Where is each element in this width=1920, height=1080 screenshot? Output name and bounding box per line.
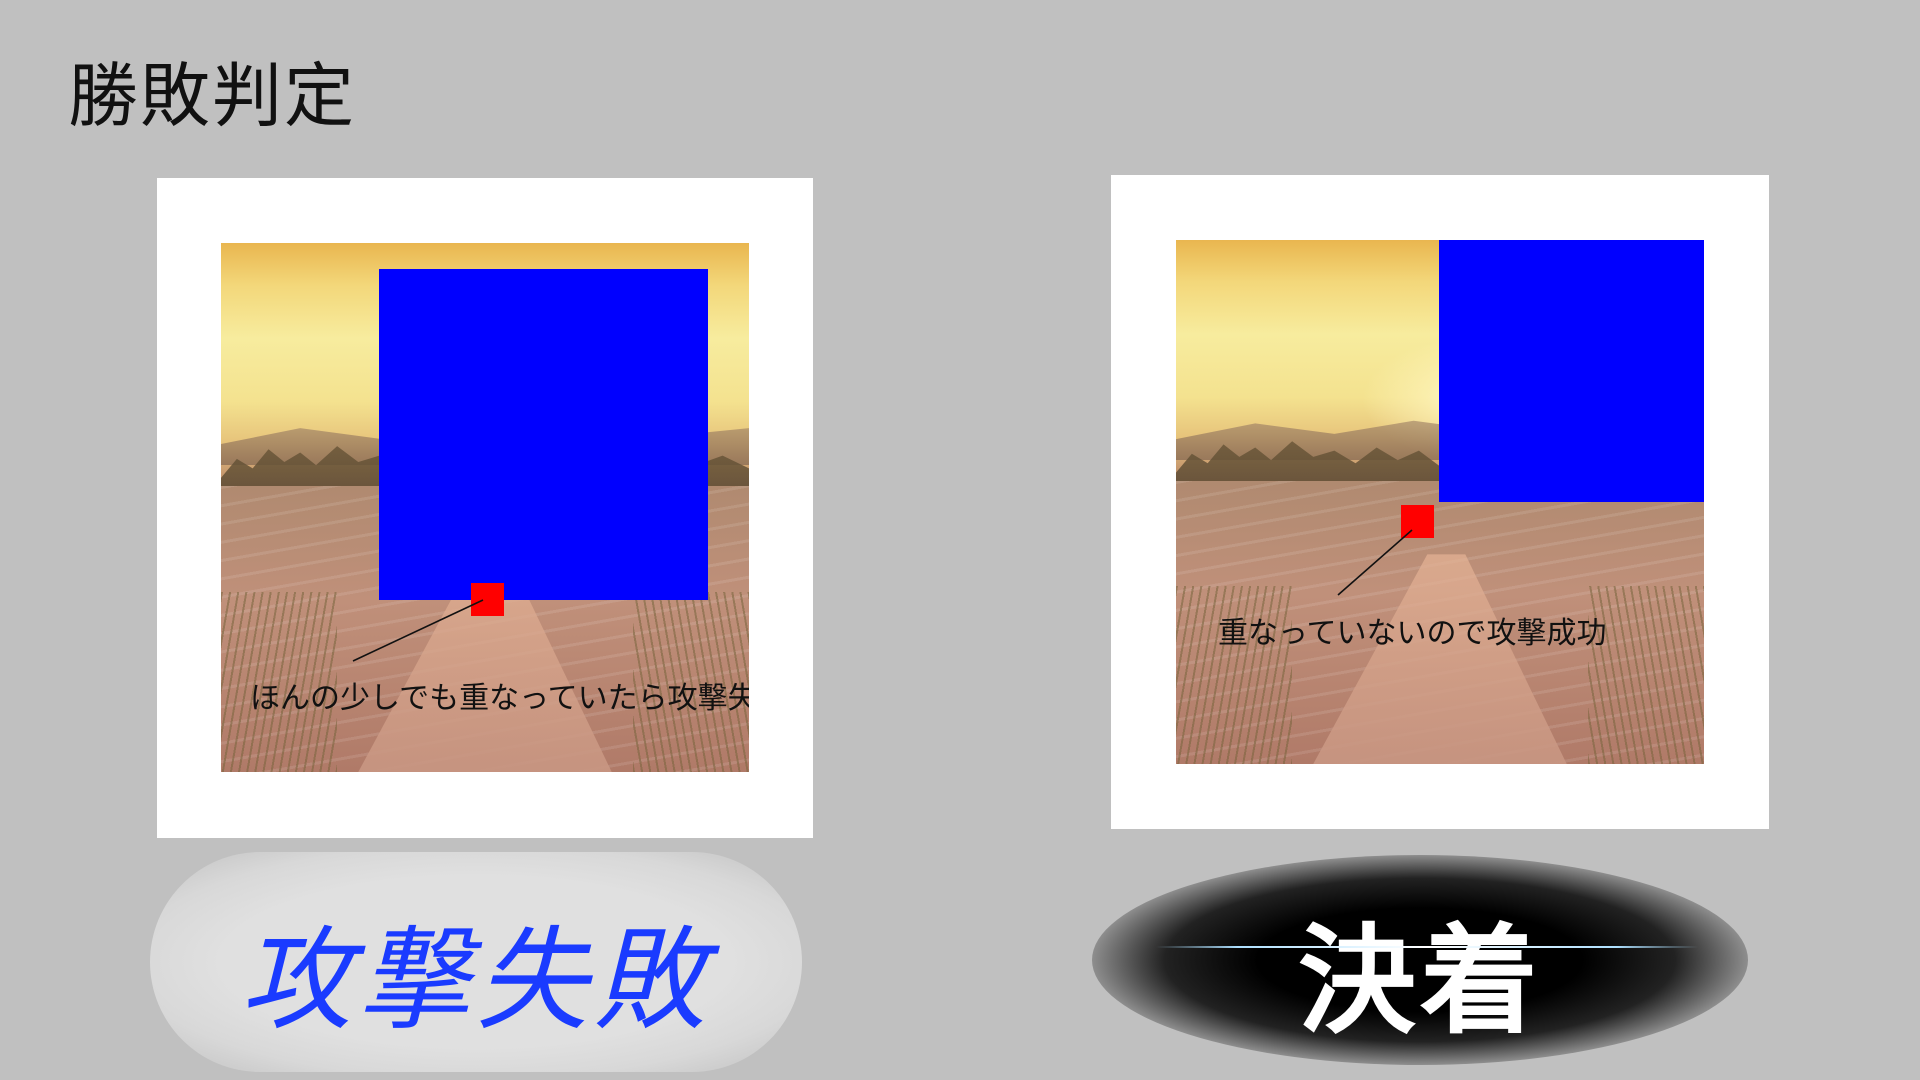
slash-line: [1156, 946, 1698, 948]
sunset-field-background: ほんの少しでも重なっていたら攻撃失敗: [221, 243, 749, 772]
slide-title: 勝敗判定: [68, 55, 356, 137]
enemy-hitbox: [379, 269, 708, 600]
player-hitbox: [1401, 505, 1434, 538]
result-success-banner: 決着: [1092, 855, 1748, 1065]
enemy-hitbox: [1439, 240, 1704, 502]
slide: 勝敗判定 ほんの少しでも重なっていたら攻撃失敗 重なっていないので攻撃成功 攻撃…: [0, 0, 1920, 1080]
result-success-text: 決着: [1297, 911, 1542, 1050]
annotation-fail: ほんの少しでも重なっていたら攻撃失敗: [250, 681, 749, 716]
sunset-field-background: 重なっていないので攻撃成功: [1176, 240, 1704, 764]
panel-success: 重なっていないので攻撃成功: [1111, 175, 1769, 829]
player-hitbox: [471, 583, 504, 616]
panel-fail: ほんの少しでも重なっていたら攻撃失敗: [157, 178, 813, 838]
result-fail-text: 攻撃失敗: [240, 916, 712, 1046]
result-fail-banner: 攻撃失敗: [150, 852, 802, 1072]
annotation-success: 重なっていないので攻撃成功: [1218, 616, 1607, 651]
